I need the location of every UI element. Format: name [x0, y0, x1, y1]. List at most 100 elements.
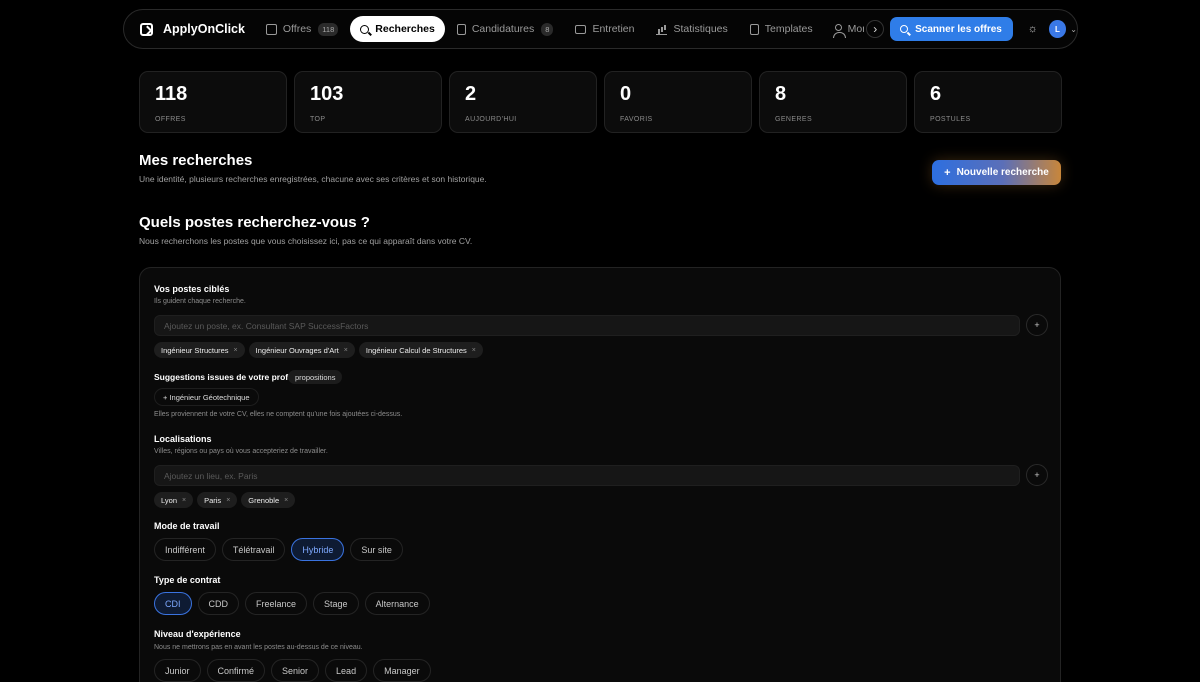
nav-item-candidatures[interactable]: Candidatures 8	[447, 16, 564, 42]
target-tag[interactable]: Ingénieur Ouvrages d'Art ×	[248, 342, 355, 358]
suggestions-label: Suggestions issues de votre profil	[154, 372, 293, 382]
tag-label: Ingénieur Structures	[161, 345, 229, 355]
stat-value: 8	[775, 83, 787, 105]
close-icon[interactable]: ×	[472, 347, 476, 354]
search-icon	[900, 25, 909, 33]
contract-option[interactable]: Freelance	[245, 592, 308, 615]
add-target-button[interactable]: +	[1026, 314, 1048, 336]
count-badge: 8	[541, 22, 554, 36]
work-mode-option[interactable]: Indifférent	[154, 538, 216, 561]
file-icon	[749, 23, 759, 35]
top-navbar: ApplyOnClick Offres 118 Recherches Candi…	[123, 9, 1078, 49]
nav-item-label: Candidatures	[471, 23, 535, 35]
user-icon	[832, 23, 846, 38]
brand-name: ApplyOnClick	[163, 22, 245, 36]
stat-value: 103	[310, 83, 344, 105]
target-job-input[interactable]	[154, 315, 1020, 336]
nav-item-label: Recherches	[375, 23, 435, 35]
chevron-right-icon: ›	[873, 22, 878, 36]
experience-option[interactable]: Junior	[154, 659, 201, 682]
sun-icon[interactable]: ☼	[1027, 23, 1039, 35]
contract-option[interactable]: Stage	[313, 592, 359, 615]
close-icon[interactable]: ×	[234, 347, 238, 354]
plus-icon: +	[944, 166, 951, 179]
tag-label: Grenoble	[248, 495, 280, 505]
inbox-icon	[265, 23, 277, 35]
suggestion-chip[interactable]: + Ingénieur Géotechnique	[154, 388, 259, 406]
targets-label: Vos postes ciblés	[154, 284, 230, 294]
close-icon[interactable]: ×	[284, 497, 288, 504]
stat-label: FAVORIS	[620, 116, 653, 123]
experience-option[interactable]: Confirmé	[206, 659, 266, 682]
close-icon[interactable]: ×	[344, 347, 348, 354]
clipboard-icon	[456, 23, 466, 35]
new-search-button[interactable]: + Nouvelle recherche	[932, 160, 1061, 185]
location-tag[interactable]: Paris ×	[197, 492, 238, 508]
contract-option-selected[interactable]: CDI	[154, 592, 192, 615]
experience-option[interactable]: Lead	[325, 659, 368, 682]
target-tag[interactable]: Ingénieur Structures ×	[154, 342, 245, 358]
nav-items: Offres 118 Recherches Candidatures 8 Ent…	[256, 9, 865, 49]
target-tag[interactable]: Ingénieur Calcul de Structures ×	[358, 342, 483, 358]
locations-label: Localisations	[154, 434, 212, 444]
stat-card-top: 103 TOP	[294, 71, 442, 133]
nav-item-recherches[interactable]: Recherches	[350, 16, 445, 42]
plus-icon: +	[1034, 320, 1040, 330]
experience-label: Niveau d'expérience	[154, 629, 241, 639]
tag-label: Lyon	[161, 495, 177, 505]
stat-card-aujourdhui: 2 AUJOURD'HUI	[449, 71, 597, 133]
close-icon[interactable]: ×	[226, 497, 230, 504]
contract-option[interactable]: CDD	[197, 592, 239, 615]
stat-value: 0	[620, 83, 632, 105]
search-icon	[360, 24, 370, 34]
nav-item-label: Mon Profil	[847, 23, 865, 35]
work-mode-option[interactable]: Télétravail	[221, 538, 286, 561]
location-tag[interactable]: Lyon ×	[154, 492, 194, 508]
stat-label: OFFRES	[155, 116, 186, 123]
experience-options: Junior Confirmé Senior Lead Manager	[154, 659, 437, 682]
nav-item-offres[interactable]: Offres 118	[256, 16, 348, 42]
stat-card-favoris: 0 FAVORIS	[604, 71, 752, 133]
tag-label: Ingénieur Ouvrages d'Art	[255, 345, 339, 355]
avatar[interactable]: L	[1048, 20, 1067, 38]
chevron-down-icon[interactable]: ⌄	[1070, 25, 1077, 34]
contract-option[interactable]: Alternance	[364, 592, 430, 615]
brand[interactable]: ApplyOnClick	[140, 22, 252, 36]
work-mode-option[interactable]: Sur site	[350, 538, 403, 561]
logo-icon	[140, 22, 153, 36]
postes-title: Quels postes recherchez-vous ?	[139, 214, 370, 231]
count-badge: 118	[318, 22, 339, 36]
suggestions-note: Elles proviennent de votre CV, elles ne …	[154, 411, 403, 418]
tag-label: Ingénieur Calcul de Structures	[365, 345, 467, 355]
experience-hint: Nous ne mettrons pas en avant les postes…	[154, 644, 363, 651]
chat-icon	[575, 24, 587, 34]
searches-title: Mes recherches	[139, 152, 253, 169]
nav-item-templates[interactable]: Templates	[740, 16, 823, 42]
nav-item-label: Templates	[764, 23, 813, 35]
nav-item-label: Offres	[282, 23, 312, 35]
nav-item-statistiques[interactable]: Statistiques	[646, 16, 737, 42]
close-icon[interactable]: ×	[182, 497, 186, 504]
plus-icon: +	[1034, 470, 1040, 480]
stat-label: POSTULES	[930, 116, 971, 123]
work-mode-option-selected[interactable]: Hybride	[291, 538, 345, 561]
add-location-button[interactable]: +	[1026, 464, 1048, 486]
stat-card-postules: 6 POSTULES	[914, 71, 1062, 133]
work-mode-options: Indifférent Télétravail Hybride Sur site	[154, 538, 409, 561]
location-input[interactable]	[154, 465, 1020, 486]
stats-row: 118 OFFRES 103 TOP 2 AUJOURD'HUI 0 FAVOR…	[139, 71, 1069, 133]
work-mode-label: Mode de travail	[154, 521, 220, 531]
nav-scroll-right-button[interactable]: ›	[866, 20, 885, 38]
scan-offers-button[interactable]: Scanner les offres	[890, 17, 1013, 41]
stat-label: AUJOURD'HUI	[465, 116, 517, 123]
nav-item-mon-profil[interactable]: Mon Profil	[825, 16, 865, 42]
location-tags: Lyon × Paris × Grenoble ×	[154, 492, 299, 508]
experience-option[interactable]: Senior	[271, 659, 320, 682]
stat-label: TOP	[310, 116, 326, 123]
stat-value: 6	[930, 83, 942, 105]
nav-item-entretien[interactable]: Entretien	[565, 16, 644, 42]
location-tag[interactable]: Grenoble ×	[241, 492, 296, 508]
tag-label: Paris	[204, 495, 222, 505]
experience-option[interactable]: Manager	[373, 659, 431, 682]
search-criteria-card: Vos postes ciblés Ils guident chaque rec…	[139, 267, 1061, 682]
